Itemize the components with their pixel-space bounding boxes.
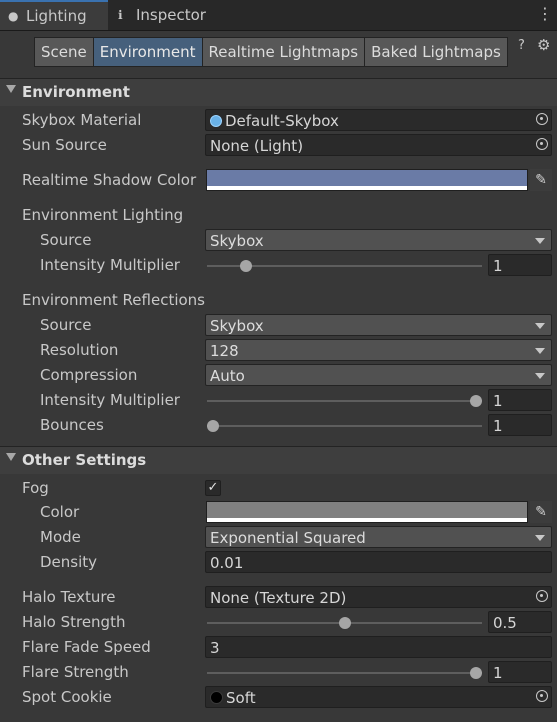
checkmark-icon: ✓ <box>207 480 219 495</box>
slider-thumb[interactable] <box>470 667 482 679</box>
subtab-scene[interactable]: Scene <box>34 37 94 67</box>
lighting-source-dropdown[interactable]: Skybox <box>205 229 552 251</box>
eyedropper-icon[interactable]: ✎ <box>530 169 552 191</box>
flare-fade-speed-field[interactable]: 3 <box>205 636 552 658</box>
tab-inspector-label: Inspector <box>136 6 206 24</box>
spot-cookie-label: Spot Cookie <box>22 688 112 706</box>
chevron-down-icon <box>535 535 545 541</box>
shadow-color-field[interactable] <box>206 169 528 191</box>
flare-fade-speed-label: Flare Fade Speed <box>22 638 151 656</box>
skybox-material-value: Default-Skybox <box>225 112 339 130</box>
section-title: Other Settings <box>22 451 147 469</box>
environment-lighting-label: Environment Lighting <box>22 206 184 224</box>
skybox-material-icon <box>210 115 222 127</box>
chevron-down-icon <box>535 373 545 379</box>
other-settings-section-header[interactable]: Other Settings <box>0 446 557 474</box>
spot-cookie-value: Soft <box>226 689 256 707</box>
window-tab-bar: ● Lighting ℹ Inspector ⋮ <box>0 0 557 31</box>
halo-texture-value: None (Texture 2D) <box>210 589 347 607</box>
tab-lighting-label: Lighting <box>26 7 87 25</box>
environment-section-header[interactable]: Environment <box>0 78 557 106</box>
eyedropper-icon[interactable]: ✎ <box>530 501 552 523</box>
halo-strength-field[interactable]: 0.5 <box>488 611 552 633</box>
object-picker-icon[interactable] <box>536 690 548 702</box>
fog-density-field[interactable]: 0.01 <box>205 551 552 573</box>
fog-color-swatch <box>207 502 527 518</box>
halo-strength-label: Halo Strength <box>22 613 126 631</box>
skybox-material-field[interactable]: Default-Skybox <box>205 109 552 131</box>
shadow-color-swatch <box>207 170 527 186</box>
slider-thumb[interactable] <box>470 395 482 407</box>
compression-label: Compression <box>40 366 138 384</box>
info-icon: ℹ <box>118 8 123 22</box>
environment-reflections-label: Environment Reflections <box>22 291 205 309</box>
fog-color-field[interactable] <box>206 501 528 523</box>
halo-texture-field[interactable]: None (Texture 2D) <box>205 586 552 608</box>
fog-checkbox[interactable]: ✓ <box>205 480 221 496</box>
resolution-value: 128 <box>210 342 239 360</box>
sun-source-label: Sun Source <box>22 136 107 154</box>
reflection-intensity-field[interactable]: 1 <box>488 389 552 411</box>
fog-mode-dropdown[interactable]: Exponential Squared <box>205 526 552 548</box>
resolution-label: Resolution <box>40 341 119 359</box>
reflection-source-dropdown[interactable]: Skybox <box>205 314 552 336</box>
object-picker-icon[interactable] <box>536 138 548 150</box>
tab-lighting[interactable]: ● Lighting <box>0 0 108 30</box>
help-icon[interactable]: ? <box>518 38 525 53</box>
slider-thumb[interactable] <box>239 260 252 272</box>
alpha-bar <box>207 186 527 190</box>
sun-source-field[interactable]: None (Light) <box>205 134 552 156</box>
slider-thumb[interactable] <box>207 420 219 432</box>
spot-cookie-field[interactable]: Soft <box>205 686 552 708</box>
fog-color-label: Color <box>40 503 80 521</box>
reflection-source-value: Skybox <box>210 317 264 335</box>
compression-value: Auto <box>210 367 245 385</box>
fog-mode-label: Mode <box>40 528 81 546</box>
slider-thumb[interactable] <box>338 617 351 629</box>
shadow-color-label: Realtime Shadow Color <box>22 171 197 189</box>
reflection-source-label: Source <box>40 316 92 334</box>
chevron-down-icon <box>535 238 545 244</box>
subtab-environment[interactable]: Environment <box>92 37 203 67</box>
section-title: Environment <box>22 83 130 101</box>
lighting-intensity-label: Intensity Multiplier <box>40 256 180 274</box>
bounces-slider[interactable] <box>207 425 482 427</box>
foldout-triangle-icon <box>6 85 16 93</box>
lighting-source-value: Skybox <box>210 232 264 250</box>
lighting-source-label: Source <box>40 231 92 249</box>
flare-strength-slider[interactable] <box>207 672 482 674</box>
bounces-field[interactable]: 1 <box>488 414 552 436</box>
fog-mode-value: Exponential Squared <box>210 529 366 547</box>
chevron-down-icon <box>535 323 545 329</box>
fog-label: Fog <box>22 479 49 497</box>
gear-icon[interactable]: ⚙ <box>537 36 550 54</box>
fog-density-label: Density <box>40 553 98 571</box>
alpha-bar <box>207 518 527 522</box>
resolution-dropdown[interactable]: 128 <box>205 339 552 361</box>
flare-strength-field[interactable]: 1 <box>488 661 552 683</box>
subtab-realtime-lightmaps[interactable]: Realtime Lightmaps <box>201 37 366 67</box>
skybox-material-label: Skybox Material <box>22 111 142 129</box>
chevron-down-icon <box>535 348 545 354</box>
lighting-subtab-bar: Scene Environment Realtime Lightmaps Bak… <box>34 37 508 67</box>
lighting-intensity-field[interactable]: 1 <box>488 254 552 276</box>
compression-dropdown[interactable]: Auto <box>205 364 552 386</box>
sun-source-value: None (Light) <box>210 137 304 155</box>
lightbulb-icon: ● <box>8 9 19 23</box>
spot-cookie-icon <box>210 691 223 704</box>
reflection-intensity-label: Intensity Multiplier <box>40 391 180 409</box>
more-menu-icon[interactable]: ⋮ <box>537 4 553 23</box>
foldout-triangle-icon <box>6 453 16 461</box>
bounces-label: Bounces <box>40 416 104 434</box>
object-picker-icon[interactable] <box>536 113 548 125</box>
flare-strength-label: Flare Strength <box>22 663 129 681</box>
halo-texture-label: Halo Texture <box>22 588 116 606</box>
tab-inspector[interactable]: ℹ Inspector <box>110 0 222 30</box>
subtab-baked-lightmaps[interactable]: Baked Lightmaps <box>364 37 508 67</box>
reflection-intensity-slider[interactable] <box>207 400 482 402</box>
object-picker-icon[interactable] <box>536 590 548 602</box>
